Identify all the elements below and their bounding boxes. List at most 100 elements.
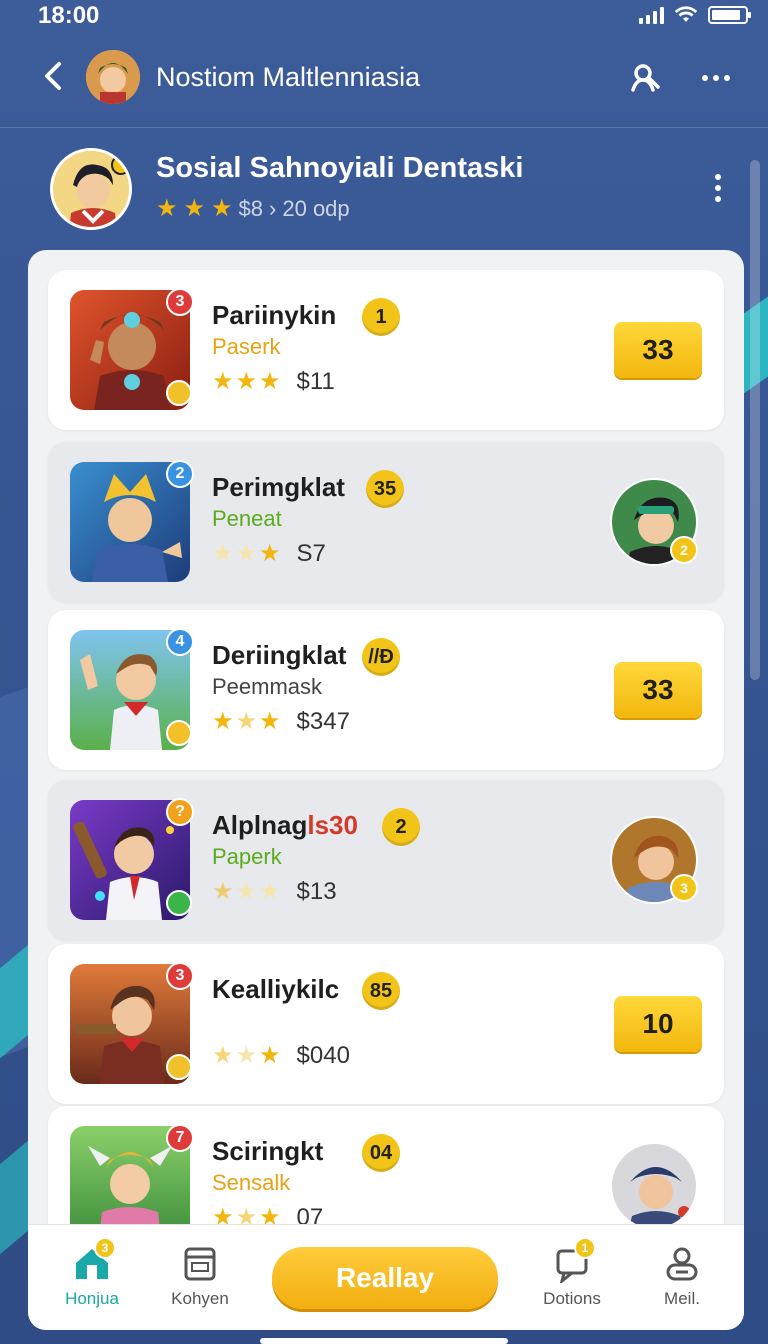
star-icon: ★ (259, 708, 281, 735)
nav-dotions-badge: 1 (574, 1237, 596, 1259)
more-vertical-icon[interactable] (708, 168, 728, 208)
score-button[interactable]: 10 (614, 996, 702, 1052)
user-search-button[interactable] (628, 60, 664, 96)
notification-badge: 4 (166, 628, 194, 656)
profile-points: 20 odp (282, 196, 350, 221)
star-icon: ★ (212, 708, 234, 735)
header-title: Nostiom Maltlenniasia (156, 62, 421, 92)
item-rating: ★ ★ ★ $040 (212, 1042, 350, 1070)
friend-avatar[interactable] (610, 1142, 698, 1230)
item-subtitle: Peneat (212, 506, 282, 531)
item-price: $347 (296, 708, 350, 735)
item-name: Perimgklat (212, 472, 345, 502)
star-icon: ★ (259, 878, 281, 905)
coin-icon (166, 380, 192, 406)
profile-summary: Sosial Sahnoyiali Dentaski ★ ★ ★ $8 › 20… (0, 140, 768, 240)
star-icon: ★ (212, 368, 234, 395)
item-subtitle: Sensalk (212, 1170, 291, 1195)
item-rating: ★ ★ ★ $11 (212, 368, 335, 396)
user-search-icon (631, 64, 660, 92)
bottom-navigation: 3 Honjua Kohyen Reallay 1 Dotions Meil. (28, 1224, 744, 1330)
star-icon: ★ (235, 1042, 258, 1069)
back-button[interactable] (34, 56, 74, 96)
star-icon: ★ (235, 878, 258, 905)
list-item[interactable]: ? Alplnagls30 2 Paperk ★ ★ ★ $13 3 (48, 780, 724, 940)
status-time: 18:00 (38, 2, 100, 29)
calendar-icon (180, 1243, 220, 1283)
nav-meil-label: Meil. (664, 1289, 700, 1308)
rank-badge: //Đ (362, 638, 400, 676)
coin-icon (166, 1054, 192, 1080)
nav-home-label: Honjua (65, 1289, 119, 1308)
list-item[interactable]: 3 Pariinykin 1 Paserk ★ ★ ★ $11 33 (48, 270, 724, 430)
home-indicator[interactable] (260, 1338, 508, 1344)
notification-badge: 7 (166, 1124, 194, 1152)
star-icon: ★ (235, 368, 258, 395)
list-item[interactable]: 2 Perimgklat 35 Peneat ★ ★ ★ S7 2 (48, 442, 724, 602)
friend-badge: 3 (670, 874, 698, 902)
more-horizontal-icon[interactable] (698, 60, 734, 96)
item-rating: ★ ★ ★ $347 (212, 708, 350, 736)
list-item[interactable]: 4 Deriingklat //Đ Peemmask ★ ★ ★ $347 33 (48, 610, 724, 770)
star-icon: ★ (212, 1042, 234, 1069)
item-rating: ★ ★ ★ S7 (212, 540, 326, 568)
leaderboard-panel: 3 Pariinykin 1 Paserk ★ ★ ★ $11 33 2 Per… (28, 250, 744, 1330)
home-icon: 3 (72, 1237, 116, 1283)
star-icon: ★ (259, 1042, 281, 1069)
star-icon: ★ (235, 540, 258, 567)
battery-icon (708, 6, 751, 24)
item-price: $11 (296, 368, 335, 395)
status-bar: 18:00 (0, 0, 768, 34)
nav-kohyen[interactable]: Kohyen (150, 1243, 250, 1309)
header-avatar[interactable] (86, 50, 140, 104)
item-subtitle: Paserk (212, 334, 281, 359)
app-header: Nostiom Maltlenniasia (0, 34, 768, 128)
friend-badge: 2 (670, 536, 698, 564)
status-icons (639, 6, 751, 24)
chevron-left-icon (45, 62, 61, 90)
profile-avatar[interactable] (50, 148, 132, 230)
item-name: Alplnagls30 (212, 810, 358, 840)
rank-badge: 04 (362, 1134, 400, 1172)
item-subtitle: Paperk (212, 844, 282, 869)
list-item[interactable]: 3 Kealliykilc 85 ★ ★ ★ $040 10 (48, 944, 724, 1104)
profile-name: Sosial Sahnoyiali Dentaski (156, 152, 524, 184)
rank-badge: 35 (366, 470, 404, 508)
star-icon: ★ (183, 195, 206, 222)
rank-badge: 1 (362, 298, 400, 336)
star-icon: ★ (212, 540, 234, 567)
star-icon: ★ (259, 368, 281, 395)
chevron-right-icon: › (269, 196, 277, 221)
item-name: Pariinykin (212, 300, 337, 330)
chat-icon: 1 (552, 1237, 596, 1285)
nav-kohyen-label: Kohyen (171, 1289, 229, 1308)
profile-price: $8 (238, 196, 264, 221)
profile-icon (662, 1243, 702, 1283)
item-price: $13 (296, 878, 337, 905)
star-icon: ★ (211, 195, 233, 222)
star-icon: ★ (212, 878, 234, 905)
score-button[interactable]: 33 (614, 322, 702, 378)
signal-icon (639, 6, 664, 24)
item-name: Kealliykilc (212, 974, 340, 1004)
item-name: Deriingklat (212, 640, 347, 670)
star-icon: ★ (156, 195, 178, 222)
nav-dotions-label: Dotions (543, 1289, 601, 1308)
item-price: $040 (296, 1042, 350, 1069)
check-badge-icon (166, 890, 192, 916)
notification-badge: 3 (166, 962, 194, 990)
notification-badge: ? (166, 798, 194, 826)
rank-badge: 85 (362, 972, 400, 1010)
star-icon: ★ (235, 708, 258, 735)
coin-icon (166, 720, 192, 746)
primary-cta-button[interactable]: Reallay (272, 1247, 498, 1309)
nav-dotions[interactable]: 1 Dotions (522, 1237, 622, 1309)
score-button[interactable]: 33 (614, 662, 702, 718)
notification-badge: 3 (166, 288, 194, 316)
notification-badge: 2 (166, 460, 194, 488)
nav-home[interactable]: 3 Honjua (42, 1237, 142, 1309)
item-subtitle: Peemmask (212, 674, 323, 699)
nav-meil[interactable]: Meil. (632, 1243, 732, 1309)
profile-meta: ★ ★ ★ $8 › 20 odp (156, 196, 350, 222)
star-icon: ★ (259, 540, 281, 567)
